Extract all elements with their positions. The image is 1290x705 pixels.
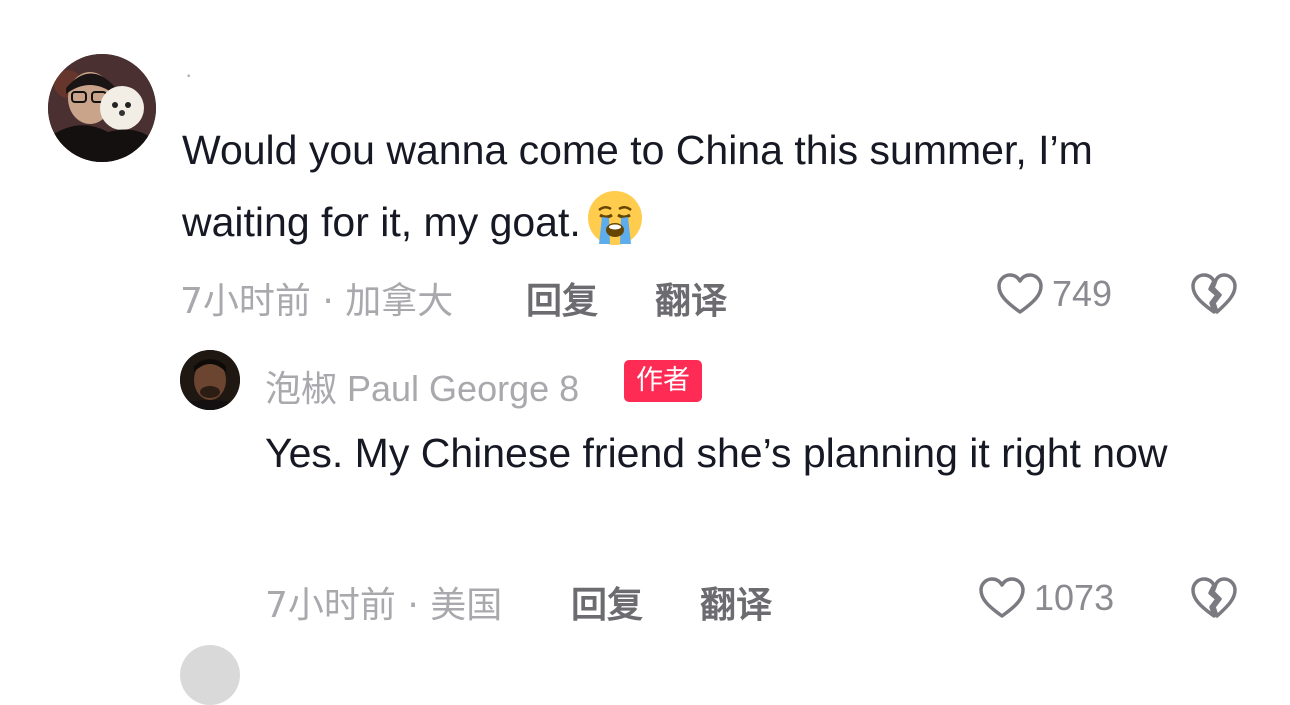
reply-to-reply-button[interactable]: 回复 [571,576,643,628]
author-username[interactable]: 泡椒 Paul George 8 [265,360,579,412]
translate-reply-button[interactable]: 翻译 [700,576,772,628]
crying-face-emoji-icon [587,190,643,246]
like-button[interactable]: 749 [996,272,1112,316]
translate-button[interactable]: 翻译 [655,272,727,324]
comment-meta: 7小时前 · 加拿大 [180,281,454,322]
comment-text: Would you wanna come to China this summe… [182,114,1212,258]
reply-like-count: 1073 [1034,577,1115,618]
author-avatar[interactable] [180,350,240,410]
reply-text: Yes. My Chinese friend she’s planning it… [265,430,1168,476]
commenter-avatar[interactable] [48,54,156,162]
reply-button[interactable]: 回复 [526,272,598,324]
reply-meta: 7小时前 · 美国 [265,585,503,626]
heart-outline-icon [979,577,1025,618]
broken-heart-icon [1191,273,1237,314]
next-comment-avatar[interactable] [180,645,240,705]
heart-outline-icon [997,273,1043,314]
author-badge: 作者 [624,360,702,402]
like-count: 749 [1052,273,1113,314]
dislike-button[interactable] [1190,271,1238,317]
reply-like-button[interactable]: 1073 [978,576,1114,620]
commenter-username[interactable]: · [185,62,192,88]
broken-heart-icon [1191,577,1237,618]
reply-dislike-button[interactable] [1190,575,1238,621]
